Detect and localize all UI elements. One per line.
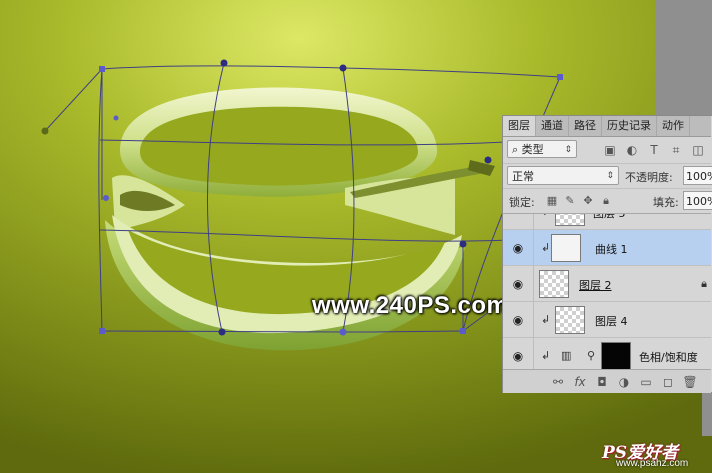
lock-buttons: ▦ ✎ ✥ 🔒︎: [543, 193, 615, 209]
mask-link-icon: ⚲: [587, 349, 596, 362]
layer-thumbnail: [539, 270, 569, 298]
adjustment-layer-icon[interactable]: ◑: [613, 372, 635, 392]
layer-name[interactable]: 图层 4: [595, 313, 628, 329]
clip-arrow-icon: ↲: [541, 214, 550, 218]
lock-brush-icon[interactable]: ✎: [561, 193, 579, 209]
mask-icon[interactable]: ◘: [591, 372, 613, 392]
tab-layers[interactable]: 图层: [503, 116, 536, 136]
lock-row: 锁定: ▦ ✎ ✥ 🔒︎ 填充: 100%: [503, 188, 712, 213]
mask-thumbnail: [601, 342, 631, 370]
image-icon[interactable]: ▣: [599, 141, 621, 159]
workspace-gray-area: [655, 0, 712, 115]
layer-thumbnail: [555, 306, 585, 334]
lock-label: 锁定:: [509, 196, 535, 209]
lock-all-icon[interactable]: 🔒︎: [597, 193, 615, 209]
blend-row: 正常 ⇕ 不透明度: 100%: [503, 163, 712, 188]
divider: [533, 302, 534, 338]
workspace-gray-area: [702, 393, 712, 436]
watermark-text: www.240PS.com: [312, 292, 509, 319]
eye-icon[interactable]: ◉: [511, 241, 525, 255]
lock-move-icon[interactable]: ✥: [579, 193, 597, 209]
opacity-label: 不透明度:: [625, 171, 673, 184]
layers-panel: 图层 通道 路径 历史记录 动作 ⌕ 类型 ⇕ ▣ ◐ T ⌗ ◫ 正常 ⇕ 不…: [502, 115, 712, 393]
eye-icon[interactable]: ◉: [511, 313, 525, 327]
folder-icon[interactable]: ▭: [635, 372, 657, 392]
trash-icon[interactable]: 🗑︎: [679, 372, 701, 392]
divider: [533, 338, 534, 370]
tab-actions[interactable]: 动作: [657, 116, 690, 136]
tab-history[interactable]: 历史记录: [602, 116, 657, 136]
opacity-input[interactable]: 100%: [683, 166, 712, 185]
clip-arrow-icon: ↲: [541, 241, 551, 254]
clip-arrow-icon: ↲: [541, 349, 551, 362]
clip-arrow-icon: ↲: [541, 313, 551, 326]
adjustment-icon[interactable]: ◐: [621, 141, 643, 159]
layer-name[interactable]: 色相/饱和度: [639, 349, 698, 365]
blend-mode-value: 正常: [512, 170, 534, 183]
tab-paths[interactable]: 路径: [569, 116, 602, 136]
eye-icon[interactable]: ◉: [511, 349, 525, 363]
layer-thumbnail: [555, 214, 585, 226]
link-icon[interactable]: ⚯: [547, 372, 569, 392]
curves-adjustment-icon: [551, 234, 581, 262]
divider: [533, 230, 534, 266]
filter-buttons: ▣ ◐ T ⌗ ◫: [599, 141, 709, 159]
layer-row[interactable]: ◉ 图层 2 🔒︎: [503, 266, 711, 302]
type-icon[interactable]: T: [643, 141, 665, 159]
panel-bottom-bar: ⚯ fx ◘ ◑ ▭ ◻ 🗑︎: [503, 369, 711, 393]
filter-kind-label: 类型: [521, 143, 544, 156]
logo-url: www.psahz.com: [616, 458, 689, 469]
layer-row[interactable]: ↲ 图层 5: [503, 214, 711, 230]
new-layer-icon[interactable]: ◻: [657, 372, 679, 392]
layer-row[interactable]: ◉ ↲ ▥ ⚲ 色相/饱和度: [503, 338, 711, 370]
site-logo: PS爱好者 www.psahz.com: [594, 436, 712, 473]
blend-mode-select[interactable]: 正常 ⇕: [507, 166, 619, 185]
smart-object-icon[interactable]: ◫: [687, 141, 709, 159]
fill-input[interactable]: 100%: [683, 191, 712, 210]
layer-list[interactable]: ↲ 图层 5 ◉ ↲ 曲线 1 ◉ 图层 2 🔒︎ ◉ ↲ 图层 4 ◉: [503, 213, 711, 370]
tab-channels[interactable]: 通道: [536, 116, 569, 136]
filter-kind-select[interactable]: ⌕ 类型 ⇕: [507, 140, 577, 158]
divider: [533, 214, 534, 230]
hue-saturation-icon: ▥: [561, 349, 572, 362]
visibility-box[interactable]: [511, 214, 525, 219]
lock-transparency-icon[interactable]: ▦: [543, 193, 561, 209]
layer-name[interactable]: 图层 2: [579, 277, 612, 293]
select-arrows-icon: ⇕: [564, 145, 572, 155]
fx-icon[interactable]: fx: [569, 372, 591, 392]
layer-row[interactable]: ◉ ↲ 图层 4: [503, 302, 711, 338]
fill-label: 填充:: [653, 196, 679, 209]
shape-icon[interactable]: ⌗: [665, 141, 687, 159]
eye-icon[interactable]: ◉: [511, 277, 525, 291]
panel-tabs: 图层 通道 路径 历史记录 动作: [503, 116, 711, 137]
layer-name[interactable]: 曲线 1: [595, 241, 628, 257]
layer-row-selected[interactable]: ◉ ↲ 曲线 1: [503, 230, 711, 266]
divider: [533, 266, 534, 302]
layer-name[interactable]: 图层 5: [593, 214, 626, 221]
lock-icon: 🔒︎: [701, 277, 707, 290]
select-arrows-icon: ⇕: [606, 171, 614, 181]
filter-row: ⌕ 类型 ⇕ ▣ ◐ T ⌗ ◫: [503, 137, 711, 163]
search-icon: ⌕: [512, 143, 522, 156]
